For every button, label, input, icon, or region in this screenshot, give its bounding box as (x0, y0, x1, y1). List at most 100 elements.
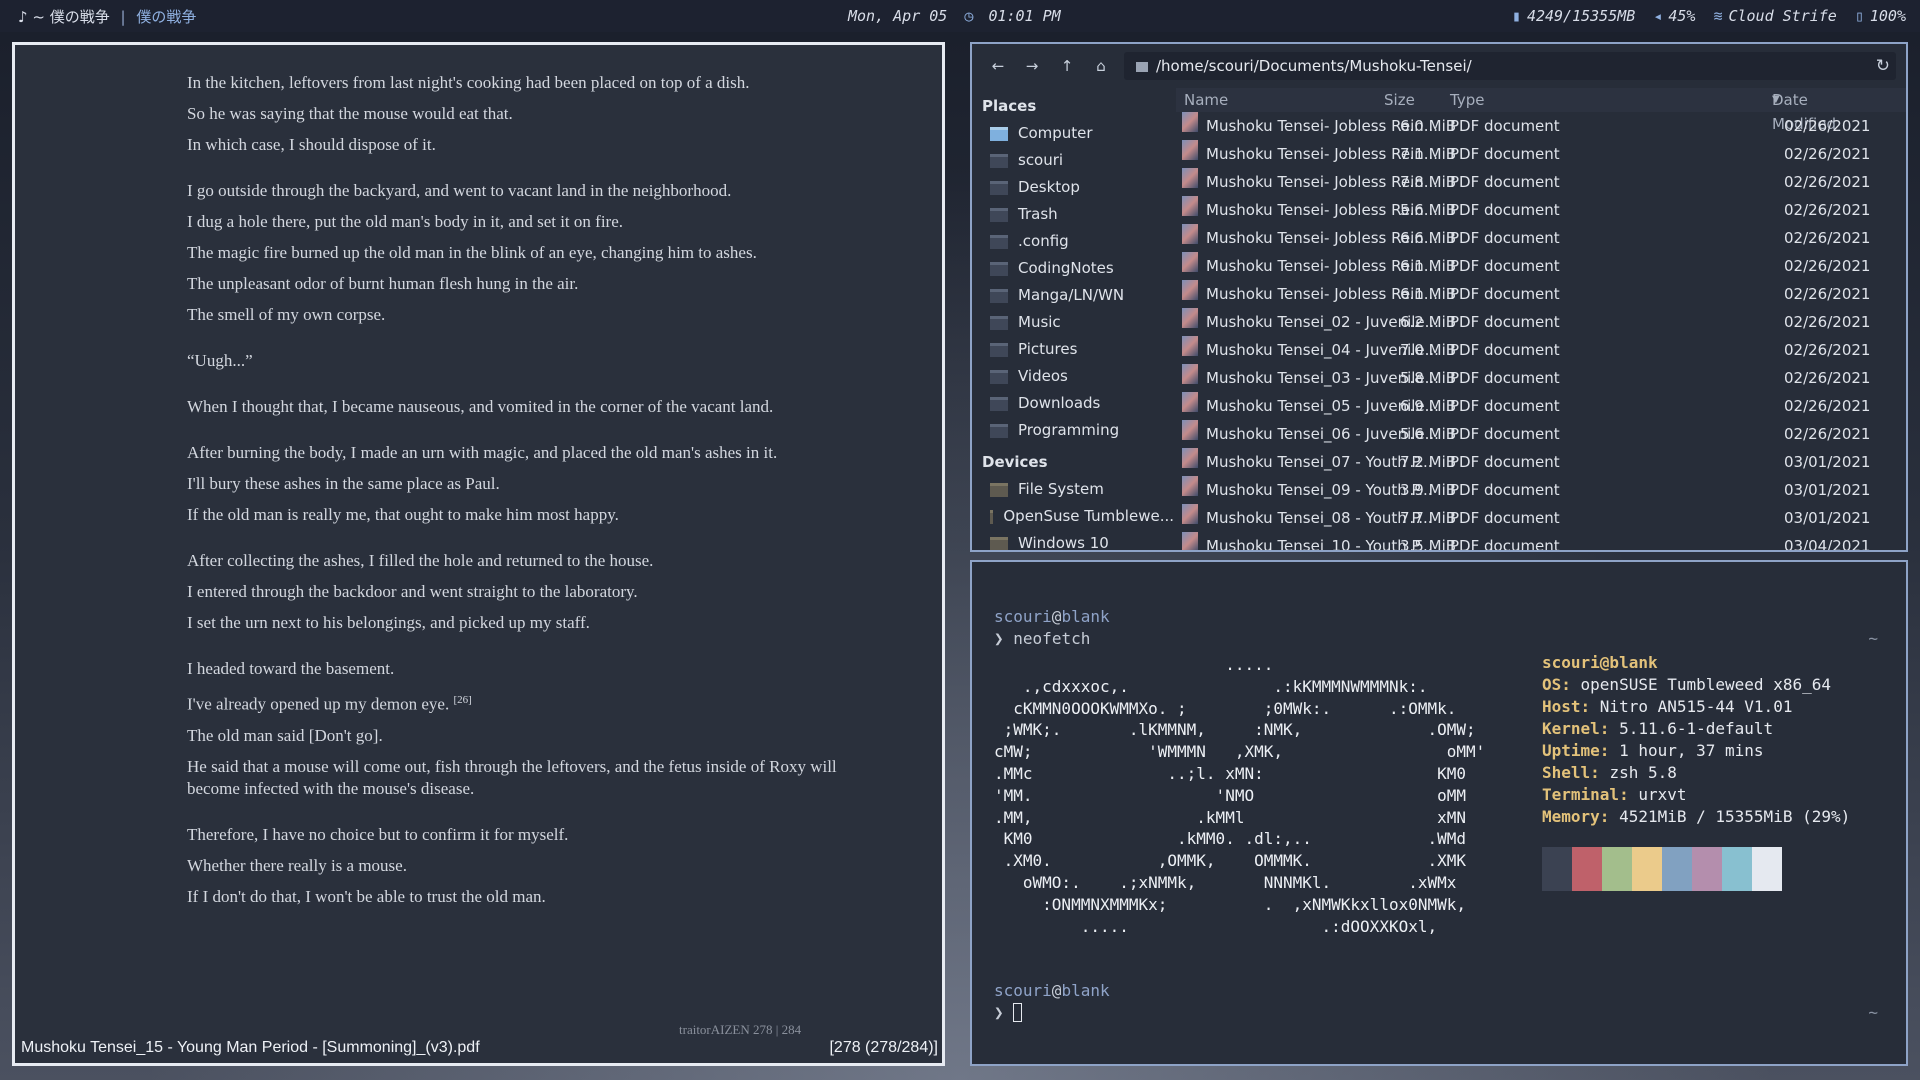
pdf-line: The smell of my own corpse. (187, 304, 867, 326)
file-list-header: Name Size Type Date Modified ▼ (1176, 88, 1906, 133)
pdf-thumbnail-icon (1182, 504, 1198, 524)
info-key: Terminal (1542, 785, 1620, 804)
home-icon[interactable]: ⌂ (1087, 54, 1115, 78)
wifi-icon: ≋ (1713, 7, 1723, 25)
location-bar[interactable]: /home/scouri/Documents/Mushoku-Tensei/ ↻ (1124, 52, 1896, 80)
up-arrow-icon[interactable]: ↑ (1053, 54, 1081, 78)
pdf-line-text: After collecting the ashes, I filled the… (187, 551, 654, 570)
file-manager-window[interactable]: ← → ↑ ⌂ /home/scouri/Documents/Mushoku-T… (970, 42, 1908, 552)
file-row[interactable]: Mushoku Tensei_06 - Juvenile... 5.6 MiB PD… (1176, 420, 1906, 448)
pdf-line: When I thought that, I became nauseous, … (187, 396, 867, 418)
file-row[interactable]: Mushoku Tensei_03 - Juvenile... 5.8 MiB PD… (1176, 364, 1906, 392)
sidebar-item-opensuse-tumblewe[interactable]: OpenSuse Tumblewe... (972, 503, 1174, 530)
sidebar-item-downloads[interactable]: Downloads (972, 390, 1174, 417)
sidebar-item-programming[interactable]: Programming (972, 417, 1174, 444)
file-row[interactable]: Mushoku Tensei- Jobless Rein... 6.1 MiB PD… (1176, 252, 1906, 280)
sidebar-item-file-system[interactable]: File System (972, 476, 1174, 503)
file-type: PDF document (1450, 425, 1560, 443)
folder-icon (990, 369, 1008, 384)
back-arrow-icon[interactable]: ← (984, 54, 1012, 78)
pdf-line: I go outside through the backyard, and w… (187, 180, 867, 202)
file-date: 02/26/2021 (1784, 173, 1871, 191)
battery-indicator[interactable]: ▯ 100% (1855, 7, 1906, 25)
folder-icon (990, 153, 1008, 168)
info-line: Kernel: 5.11.6-1-default (1542, 719, 1774, 738)
info-line: Terminal: urxvt (1542, 785, 1687, 804)
file-type: PDF document (1450, 229, 1560, 247)
info-line: OS: openSUSE Tumbleweed x86_64 (1542, 675, 1831, 694)
sidebar-item-computer[interactable]: Computer (972, 120, 1174, 147)
file-date: 02/26/2021 (1784, 341, 1871, 359)
pdf-line: I set the urn next to his belongings, an… (187, 612, 867, 634)
command-line: ❯ neofetch (994, 628, 1090, 650)
file-name: Mushoku Tensei_07 - Youth P... (1206, 453, 1433, 471)
file-size: 7.1 MiB (1400, 145, 1457, 163)
color-swatch (1752, 847, 1782, 891)
sidebar-item-windows-10[interactable]: Windows 10 (972, 530, 1174, 550)
file-row[interactable]: Mushoku Tensei_08 - Youth P... 7.7 MiB PDF… (1176, 504, 1906, 532)
file-name: Mushoku Tensei_10 - Youth P... (1206, 537, 1433, 550)
workspace-indicator[interactable]: ♪ ~ 僕の戦争 | 僕の戦争 (18, 6, 196, 27)
file-row[interactable]: Mushoku Tensei_09 - Youth P... 3.9 MiB PDF… (1176, 476, 1906, 504)
folder-icon (990, 396, 1008, 411)
sidebar-item-codingnotes[interactable]: CodingNotes (972, 255, 1174, 282)
refresh-icon[interactable]: ↻ (1876, 52, 1890, 80)
pdf-thumbnail-icon (1182, 532, 1198, 550)
sidebar-item-label: Programming (1018, 421, 1120, 439)
column-type[interactable]: Type (1450, 88, 1484, 112)
terminal-window[interactable]: scouri@blank ❯ neofetch ~ ..... .,cdxxxo… (970, 560, 1908, 1066)
sidebar-item-manga-ln-wn[interactable]: Manga/LN/WN (972, 282, 1174, 309)
file-type: PDF document (1450, 453, 1560, 471)
pdf-thumbnail-icon (1182, 112, 1198, 132)
sidebar-item-music[interactable]: Music (972, 309, 1174, 336)
pdf-line-text: I entered through the backdoor and went … (187, 582, 638, 601)
column-size[interactable]: Size (1384, 88, 1415, 112)
file-date: 02/26/2021 (1784, 145, 1871, 163)
file-type: PDF document (1450, 397, 1560, 415)
file-size: 7.7 MiB (1400, 509, 1457, 527)
prompt-user: scouri (994, 607, 1052, 626)
sidebar-item-trash[interactable]: Trash (972, 201, 1174, 228)
color-swatch (1662, 847, 1692, 891)
file-row[interactable]: Mushoku Tensei- Jobless Rein... 7.1 MiB PD… (1176, 140, 1906, 168)
file-date: 03/04/2021 (1784, 537, 1871, 550)
file-row[interactable]: Mushoku Tensei- Jobless Rein... 6.1 MiB PD… (1176, 280, 1906, 308)
volume-text: 45% (1668, 7, 1696, 25)
file-row[interactable]: Mushoku Tensei- Jobless Rein... 6.0 MiB PD… (1176, 112, 1906, 140)
file-row[interactable]: Mushoku Tensei- Jobless Rein... 7.8 MiB PD… (1176, 168, 1906, 196)
file-row[interactable]: Mushoku Tensei_07 - Youth P... 7.2 MiB PDF… (1176, 448, 1906, 476)
sidebar-item-label: Music (1018, 313, 1061, 331)
clock[interactable]: Mon, Apr 05 ◷ 01:01 PM (848, 7, 1061, 25)
volume-indicator[interactable]: ◂ 45% (1653, 7, 1695, 25)
prompt-host: blank (1061, 981, 1110, 1000)
file-row[interactable]: Mushoku Tensei- Jobless Rein... 6.6 MiB PD… (1176, 224, 1906, 252)
pdf-viewer-window[interactable]: In the kitchen, leftovers from last nigh… (12, 42, 945, 1066)
file-row[interactable]: Mushoku Tensei- Jobless Rein... 5.6 MiB PD… (1176, 196, 1906, 224)
sidebar-item-videos[interactable]: Videos (972, 363, 1174, 390)
network-indicator[interactable]: ≋ Cloud Strife (1713, 7, 1836, 25)
sidebar-item-scouri[interactable]: scouri (972, 147, 1174, 174)
pdf-page[interactable]: In the kitchen, leftovers from last nigh… (15, 45, 942, 1037)
memory-indicator[interactable]: ▮ 4249/15355MB (1512, 7, 1635, 25)
pdf-line: The old man said [Don't go]. (187, 725, 867, 747)
prompt-line: scouri@blank (994, 980, 1110, 1002)
file-row[interactable]: Mushoku Tensei_10 - Youth P... 3.5 MiB PDF… (1176, 532, 1906, 550)
input-line[interactable]: ❯ (994, 1002, 1023, 1024)
footnote-ref[interactable]: [26] (453, 694, 471, 706)
sidebar-item-pictures[interactable]: Pictures (972, 336, 1174, 363)
file-row[interactable]: Mushoku Tensei_04 - Juvenile... 7.0 MiB PD… (1176, 336, 1906, 364)
file-row[interactable]: Mushoku Tensei_05 - Juvenile... 6.9 MiB PD… (1176, 392, 1906, 420)
status-bar: ♪ ~ 僕の戦争 | 僕の戦争 Mon, Apr 05 ◷ 01:01 PM ▮… (0, 0, 1920, 32)
column-name[interactable]: Name (1184, 88, 1228, 112)
sidebar-item-config[interactable]: .config (972, 228, 1174, 255)
prompt-line: scouri@blank (994, 606, 1110, 628)
drive-icon (990, 536, 1008, 550)
sidebar-item-desktop[interactable]: Desktop (972, 174, 1174, 201)
forward-arrow-icon[interactable]: → (1018, 54, 1046, 78)
file-row[interactable]: Mushoku Tensei_02 - Juvenile... 6.2 MiB PD… (1176, 308, 1906, 336)
pdf-line: After collecting the ashes, I filled the… (187, 550, 867, 572)
pdf-line-text: Therefore, I have no choice but to confi… (187, 824, 569, 844)
file-date: 02/26/2021 (1784, 285, 1871, 303)
pdf-line-text: The smell of my own corpse. (187, 305, 386, 324)
active-window-title: 僕の戦争 (136, 8, 197, 26)
